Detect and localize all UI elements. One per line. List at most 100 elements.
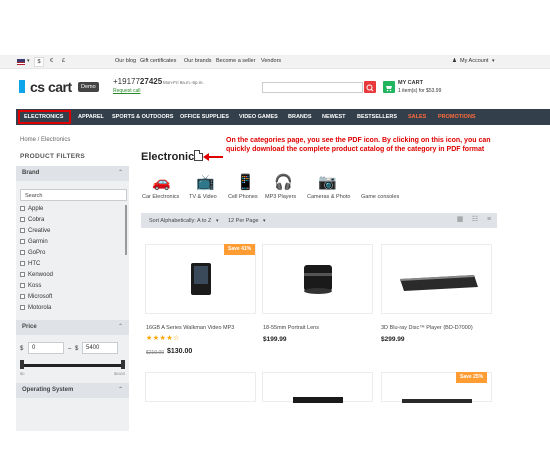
product-image-bluray[interactable] — [382, 245, 493, 315]
annotation-text: On the categories page, you see the PDF … — [226, 137, 491, 153]
logo[interactable]: cs cart — [30, 79, 72, 95]
cart-button[interactable] — [383, 81, 395, 93]
filter-os-header[interactable]: Operating System ⌃ — [16, 383, 129, 398]
price-slider-min-label: $0 — [20, 371, 25, 376]
car-icon[interactable]: 🚗 — [152, 173, 171, 191]
checkbox[interactable] — [20, 261, 25, 266]
brand-list-scrollbar[interactable] — [125, 205, 127, 255]
brand-checkbox-koss[interactable]: Koss — [20, 283, 41, 289]
brand-checkbox-creative[interactable]: Creative — [20, 228, 50, 234]
product-card[interactable] — [262, 244, 373, 314]
category-mp3-players[interactable]: MP3 Players — [265, 194, 296, 200]
discount-badge: Save 41% — [224, 244, 256, 255]
category-car-electronics[interactable]: Car Electronics — [142, 194, 179, 200]
camera-icon[interactable]: 📷 — [318, 173, 337, 191]
price-slider-track[interactable] — [22, 364, 124, 367]
nav-item-bestsellers[interactable]: BESTSELLERS — [357, 114, 397, 120]
request-call-link[interactable]: Request call — [113, 88, 141, 94]
checkbox[interactable] — [20, 272, 25, 277]
chevron-down-icon[interactable]: ▾ — [216, 218, 219, 224]
chevron-down-icon[interactable]: ▾ — [492, 58, 495, 64]
checkbox[interactable] — [20, 228, 25, 233]
link-blog[interactable]: Our blog — [115, 58, 136, 64]
nav-item-office-supplies[interactable]: OFFICE SUPPLIES — [180, 114, 229, 120]
product-card[interactable] — [262, 372, 374, 403]
cart-title[interactable]: MY CART — [398, 80, 423, 86]
compact-list-icon[interactable]: ≡ — [485, 216, 493, 224]
price-from-input[interactable]: 0 — [28, 342, 64, 354]
sort-dropdown[interactable]: Sort Alphabetically: A to Z — [149, 218, 211, 224]
chevron-up-icon[interactable]: ⌃ — [118, 323, 123, 330]
brand-checkbox-motorola[interactable]: Motorola — [20, 305, 51, 311]
nav-item-sales[interactable]: SALES — [408, 114, 426, 120]
currency-gbp-button[interactable]: £ — [62, 58, 65, 64]
nav-item-sports-outdoors[interactable]: SPORTS & OUTDOORS — [112, 114, 173, 120]
brand-checkbox-garmin[interactable]: Garmin — [20, 239, 48, 245]
product-image[interactable] — [263, 373, 374, 403]
chevron-down-icon[interactable]: ▾ — [27, 58, 30, 64]
us-flag-icon[interactable] — [17, 59, 25, 65]
product-card[interactable] — [145, 372, 256, 402]
logo-mark-icon[interactable] — [19, 80, 25, 93]
checkbox[interactable] — [20, 305, 25, 310]
price-slider-max-handle[interactable] — [121, 360, 125, 369]
search-input[interactable] — [262, 82, 363, 93]
link-become-seller[interactable]: Become a seller — [216, 58, 255, 64]
nav-active-highlight — [18, 110, 71, 124]
filter-price-header[interactable]: Price ⌃ — [16, 320, 129, 335]
product-name[interactable]: 3D Blu-ray Disc™ Player (BD-D7000) — [381, 325, 473, 331]
product-image-walkman[interactable] — [146, 245, 257, 315]
chevron-down-icon[interactable]: ▾ — [263, 218, 266, 224]
link-gift-certificates[interactable]: Gift certificates — [140, 58, 176, 64]
checkbox[interactable] — [20, 294, 25, 299]
checkbox[interactable] — [20, 250, 25, 255]
nav-item-video-games[interactable]: VIDEO GAMES — [239, 114, 278, 120]
link-brands[interactable]: Our brands — [184, 58, 212, 64]
brand-checkbox-apple[interactable]: Apple — [20, 206, 43, 212]
category-cameras-photo[interactable]: Cameras & Photo — [307, 194, 350, 200]
cell-phone-icon[interactable]: 📱 — [236, 173, 255, 191]
grid-view-icon[interactable]: ▦ — [456, 216, 464, 224]
search-button[interactable] — [364, 81, 376, 93]
checkbox[interactable] — [20, 239, 25, 244]
price-to-input[interactable]: 5400 — [82, 342, 118, 354]
list-view-icon[interactable]: ☷ — [471, 216, 479, 224]
product-image-lens[interactable] — [263, 245, 374, 315]
tv-icon[interactable]: 📺 — [196, 173, 215, 191]
cart-summary[interactable]: 1 item(s) for $53.99 — [398, 88, 441, 94]
chevron-up-icon[interactable]: ⌃ — [118, 386, 123, 393]
category-game-consoles[interactable]: Game consoles — [361, 194, 399, 200]
my-account-link[interactable]: My Account — [460, 58, 488, 64]
product-card[interactable] — [381, 244, 492, 314]
nav-item-newest[interactable]: NEWEST — [322, 114, 346, 120]
product-name[interactable]: 18-55mm Portrait Lens — [263, 325, 319, 331]
currency-eur-button[interactable]: € — [50, 58, 53, 64]
working-hours: Mon-Fri 9a.m.-6p.m. — [163, 80, 204, 85]
currency-usd-button[interactable]: $ — [34, 57, 44, 67]
breadcrumb[interactable]: Home / Electronics — [20, 137, 70, 143]
brand-checkbox-cobra[interactable]: Cobra — [20, 217, 44, 223]
price-slider-min-handle[interactable] — [20, 360, 24, 369]
brand-checkbox-kenwood[interactable]: Kenwood — [20, 272, 53, 278]
filter-brand-header[interactable]: Brand ⌃ — [16, 166, 129, 181]
page-title: Electronics — [141, 151, 201, 163]
brand-checkbox-htc[interactable]: HTC — [20, 261, 40, 267]
brand-checkbox-microsoft[interactable]: Microsoft — [20, 294, 52, 300]
checkbox[interactable] — [20, 283, 25, 288]
mp3-player-icon[interactable]: 🎧 — [274, 173, 293, 191]
product-name[interactable]: 16GB A Series Walkman Video MP3 — [146, 325, 234, 331]
per-page-dropdown[interactable]: 12 Per Page — [228, 218, 259, 224]
nav-item-promotions[interactable]: PROMOTIONS — [438, 114, 476, 120]
chevron-up-icon[interactable]: ⌃ — [118, 169, 123, 176]
pdf-download-icon[interactable] — [194, 150, 203, 161]
brand-checkbox-gopro[interactable]: GoPro — [20, 250, 45, 256]
link-vendors[interactable]: Vendors — [261, 58, 281, 64]
checkbox[interactable] — [20, 206, 25, 211]
user-icon: ♟ — [452, 58, 457, 64]
nav-item-brands[interactable]: BRANDS — [288, 114, 312, 120]
category-cell-phones[interactable]: Cell Phones — [228, 194, 258, 200]
category-tv-video[interactable]: TV & Video — [189, 194, 217, 200]
nav-item-apparel[interactable]: APPAREL — [78, 114, 104, 120]
brand-search-input[interactable]: Search — [20, 189, 127, 201]
checkbox[interactable] — [20, 217, 25, 222]
